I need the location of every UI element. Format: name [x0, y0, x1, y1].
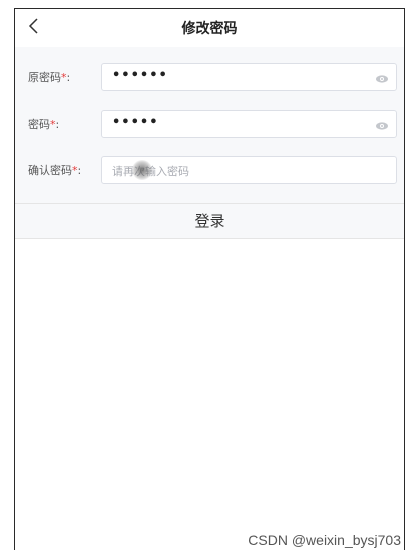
- eye-icon[interactable]: [375, 71, 389, 85]
- label-colon: :: [77, 164, 82, 177]
- login-button[interactable]: 登录: [15, 203, 404, 239]
- page-title: 修改密码: [181, 21, 238, 37]
- new-password-row: 密码*: •••••: [15, 109, 404, 139]
- old-password-label: 原密码*:: [28, 69, 70, 85]
- confirm-password-input[interactable]: 请再次输入密码: [101, 156, 397, 184]
- phone-screen: 修改密码 原密码*: •••••• 密码*: ••••• 确认密码*: 登录: [14, 8, 405, 550]
- old-password-value: ••••••: [112, 68, 168, 83]
- watermark: CSDN @weixin_bysj703: [248, 532, 401, 548]
- eye-icon[interactable]: [375, 118, 389, 132]
- new-password-value: •••••: [112, 115, 159, 130]
- confirm-password-label: 确认密码*:: [28, 162, 81, 178]
- old-password-label-text: 原密码: [28, 71, 61, 84]
- confirm-password-row: 确认密码*: 请再次输入密码: [15, 155, 404, 185]
- label-colon: :: [55, 118, 60, 131]
- new-password-input[interactable]: •••••: [101, 110, 397, 138]
- new-password-label: 密码*:: [28, 116, 59, 132]
- navbar: 修改密码: [15, 9, 404, 48]
- confirm-password-label-text: 确认密码: [28, 164, 72, 177]
- mouse-cursor-indicator: [132, 160, 152, 180]
- label-colon: :: [66, 71, 71, 84]
- old-password-input[interactable]: ••••••: [101, 63, 397, 91]
- password-form: 原密码*: •••••• 密码*: ••••• 确认密码*:: [15, 47, 404, 210]
- new-password-label-text: 密码: [28, 118, 50, 131]
- old-password-row: 原密码*: ••••••: [15, 62, 404, 92]
